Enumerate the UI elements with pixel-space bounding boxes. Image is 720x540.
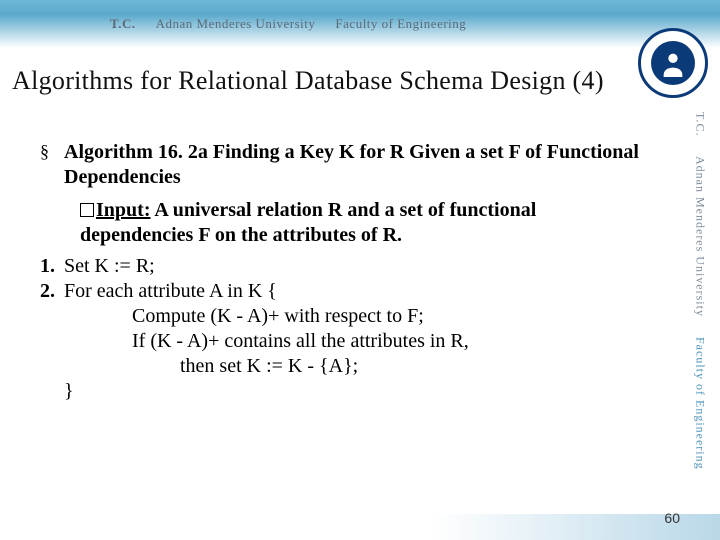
step-2: 2. For each attribute A in K { <box>40 279 640 304</box>
step-2-line-3: then set K := K - {A}; <box>40 354 640 379</box>
header-tc: T.C. <box>110 16 136 32</box>
footer-gradient <box>0 514 720 540</box>
header-bar: T.C. Adnan Menderes University Faculty o… <box>0 0 720 48</box>
header-university: Adnan Menderes University <box>156 16 316 32</box>
step-1: 1. Set K := R; <box>40 254 640 279</box>
bullet-item: § Algorithm 16. 2a Finding a Key K for R… <box>40 140 640 190</box>
step-2-line-2: If (K - A)+ contains all the attributes … <box>40 329 640 354</box>
step-2-line-1: Compute (K - A)+ with respect to F; <box>40 304 640 329</box>
input-line: Input: A universal relation R and a set … <box>80 198 640 248</box>
page-number: 60 <box>664 510 680 526</box>
step-1-text: Set K := R; <box>64 254 640 279</box>
slide-title: Algorithms for Relational Database Schem… <box>12 66 652 96</box>
step-2-close-brace: } <box>40 379 640 404</box>
side-branding: T.C. Adnan Menderes University Faculty o… <box>680 62 720 522</box>
bullet-mark: § <box>40 140 64 190</box>
input-label: Input: <box>96 199 150 221</box>
algorithm-steps: 1. Set K := R; 2. For each attribute A i… <box>40 254 640 404</box>
checkbox-placeholder-icon <box>80 203 94 217</box>
header-faculty: Faculty of Engineering <box>335 16 466 32</box>
bullet-text: Algorithm 16. 2a Finding a Key K for R G… <box>64 140 640 190</box>
content-area: § Algorithm 16. 2a Finding a Key K for R… <box>40 140 640 404</box>
step-2-text: For each attribute A in K { <box>64 279 640 304</box>
side-faculty: Faculty of Engineering <box>693 337 708 470</box>
person-icon <box>659 49 687 77</box>
side-tc: T.C. <box>693 112 708 136</box>
step-1-number: 1. <box>40 254 64 279</box>
logo-inner <box>651 41 695 85</box>
step-2-number: 2. <box>40 279 64 304</box>
side-university: Adnan Menderes University <box>693 156 708 317</box>
university-logo <box>638 28 708 98</box>
